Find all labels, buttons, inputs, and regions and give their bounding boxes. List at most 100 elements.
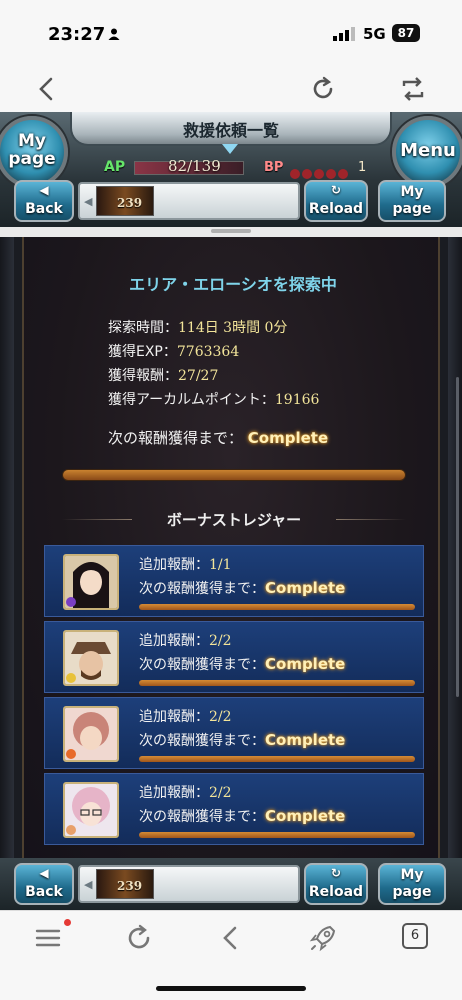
bp-dot (326, 169, 336, 179)
explore-time-value: 114日 3時間 0分 (178, 320, 288, 336)
chevron-left-icon[interactable] (216, 923, 246, 953)
share-icon[interactable] (400, 76, 426, 102)
mypage-line1: My (400, 867, 424, 883)
header-pointer-icon (222, 144, 238, 154)
battery-indicator: 87 (392, 24, 420, 42)
left-triangle-icon: ◀ (84, 195, 93, 208)
quest-thumbnail[interactable]: 239 (96, 869, 154, 899)
ap-label: AP (104, 159, 126, 175)
bonus-reward-value: 2/2 (209, 633, 232, 649)
character-portrait-image (65, 784, 117, 836)
character-portrait (63, 630, 119, 686)
bonus-next-status: Complete (265, 731, 346, 749)
bonus-header: ボーナストレジャー (62, 505, 406, 535)
bonus-reward-label: 追加報酬： (139, 785, 209, 801)
status-bar: 23:27 5G 87 (0, 0, 462, 62)
bonus-next-label: 次の報酬獲得まで： (139, 657, 265, 673)
bonus-reward-value: 2/2 (209, 785, 232, 801)
character-portrait (63, 554, 119, 610)
mypage-button[interactable]: My page (378, 180, 446, 222)
bp-dot (314, 169, 324, 179)
arcarum-points-label: 獲得アーカルムポイント： (108, 392, 275, 408)
bonus-next-status: Complete (265, 807, 346, 825)
quest-thumbnail[interactable]: 239 (96, 186, 154, 216)
reload-icon[interactable] (310, 76, 336, 102)
game-header: 救援依頼一覧 My page Menu AP 82/139 BP 1 ◀ Bac… (0, 112, 462, 227)
mypage-line2: page (392, 884, 432, 900)
bonus-next-row: 次の報酬獲得まで：Complete (139, 654, 345, 674)
area-title: エリア・エローシオを探索中 (129, 275, 337, 294)
chevron-left-icon[interactable] (34, 76, 60, 102)
game-footer: ◀ Back ◀ 239 ↻ Reload My page (0, 858, 462, 910)
next-reward-row: 次の報酬獲得まで： Complete (108, 427, 328, 448)
next-reward-status: Complete (247, 429, 329, 447)
recent-quest-bar[interactable]: ◀ 239 (78, 865, 300, 903)
back-label: Back (25, 201, 63, 217)
explore-time-label: 探索時間： (108, 320, 178, 336)
mypage-button[interactable]: My page (378, 863, 446, 905)
bonus-progress-bar (139, 832, 415, 838)
left-triangle-icon: ◀ (84, 878, 93, 891)
reload-button[interactable]: ↻ Reload (304, 863, 368, 905)
exp-row: 獲得EXP：7763364 (108, 341, 239, 361)
reload-icon[interactable] (124, 923, 154, 953)
exploration-panel: エリア・エローシオを探索中 探索時間：114日 3時間 0分 獲得EXP：776… (22, 237, 440, 858)
tabs-button[interactable]: 6 (402, 923, 428, 949)
bonus-reward-value: 2/2 (209, 709, 232, 725)
rocket-icon[interactable] (308, 923, 338, 953)
bonus-reward-label: 追加報酬： (139, 557, 209, 573)
bp-value: 1 (358, 160, 367, 175)
mypage-round-button[interactable]: My page (0, 116, 68, 188)
drag-handle[interactable] (211, 229, 251, 233)
back-button[interactable]: ◀ Back (14, 180, 74, 222)
mypage-line1: My (400, 184, 424, 200)
menu-icon[interactable] (34, 923, 64, 953)
exp-value: 7763364 (176, 344, 240, 360)
game-content: エリア・エローシオを探索中 探索時間：114日 3時間 0分 獲得EXP：776… (0, 237, 462, 858)
back-arrow-icon: ◀ (39, 183, 49, 197)
header-banner: 救援依頼一覧 (70, 112, 392, 146)
mypage-line2: page (392, 201, 432, 217)
notification-dot (64, 919, 71, 926)
signal-icon (333, 27, 355, 41)
bonus-reward-card[interactable]: 追加報酬：2/2 次の報酬獲得まで：Complete (44, 621, 424, 693)
bp-gauge: BP 1 (264, 160, 374, 180)
ap-gauge: AP 82/139 (104, 157, 244, 179)
back-arrow-icon: ◀ (39, 866, 49, 880)
character-portrait-image (65, 708, 117, 760)
bonus-reward-count: 追加報酬：2/2 (139, 782, 232, 802)
scrollbar[interactable] (456, 377, 459, 697)
bonus-next-status: Complete (265, 655, 346, 673)
menu-button[interactable]: Menu (392, 116, 462, 188)
network-label: 5G (363, 25, 386, 43)
reload-label: Reload (308, 884, 364, 900)
recent-quest-bar[interactable]: ◀ 239 (78, 182, 300, 220)
character-portrait-image (65, 556, 117, 608)
bonus-reward-count: 追加報酬：1/1 (139, 554, 232, 574)
bonus-next-label: 次の報酬獲得まで： (139, 581, 265, 597)
reload-label: Reload (308, 201, 364, 217)
character-portrait (63, 706, 119, 762)
back-button[interactable]: ◀ Back (14, 863, 74, 905)
arcarum-points-row: 獲得アーカルムポイント：19166 (108, 389, 319, 409)
person-icon (108, 28, 120, 40)
bonus-reward-card[interactable]: 追加報酬：1/1 次の報酬獲得まで：Complete (44, 545, 424, 617)
bonus-next-row: 次の報酬獲得まで：Complete (139, 806, 345, 826)
reload-button[interactable]: ↻ Reload (304, 180, 368, 222)
bonus-reward-card[interactable]: 追加報酬：2/2 次の報酬獲得まで：Complete (44, 697, 424, 769)
bonus-reward-label: 追加報酬： (139, 633, 209, 649)
bonus-progress-bar (139, 604, 415, 610)
bonus-reward-card[interactable]: 追加報酬：2/2 次の報酬獲得まで：Complete (44, 773, 424, 845)
bonus-progress-bar (139, 680, 415, 686)
bonus-title: ボーナストレジャー (166, 511, 302, 529)
arcarum-points-value: 19166 (274, 392, 320, 408)
bonus-reward-count: 追加報酬：2/2 (139, 706, 232, 726)
bonus-next-row: 次の報酬獲得まで：Complete (139, 578, 345, 598)
reload-circle-icon: ↻ (330, 183, 342, 197)
mypage-round-line1: My (18, 131, 46, 151)
exp-label: 獲得EXP： (108, 344, 177, 360)
quest-thumbnail-number: 239 (117, 879, 143, 893)
bonus-next-label: 次の報酬獲得まで： (139, 733, 265, 749)
reward-row: 獲得報酬：27/27 (108, 365, 218, 385)
bonus-next-status: Complete (265, 579, 346, 597)
